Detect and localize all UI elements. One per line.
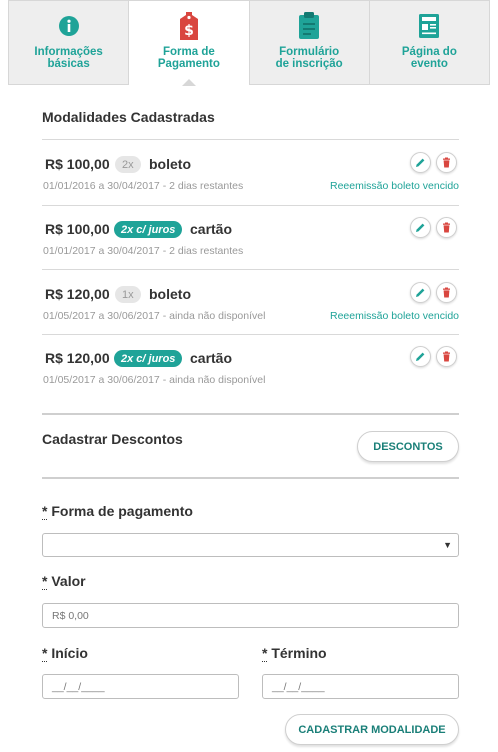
- payment-method-label: * Forma de pagamento: [42, 503, 193, 520]
- start-date-input[interactable]: __/__/____: [42, 674, 239, 699]
- delete-button[interactable]: [436, 282, 457, 303]
- delete-button[interactable]: [436, 152, 457, 173]
- end-date-input[interactable]: __/__/____: [262, 674, 459, 699]
- payment-method: boleto: [149, 286, 191, 302]
- tab-label: Informações básicas: [34, 46, 103, 70]
- price: R$ 100,00: [45, 156, 110, 172]
- price: R$ 120,00: [45, 286, 110, 302]
- list-item: R$ 120,00 2x c/ juros cartão 01/05/2017 …: [42, 334, 459, 399]
- date-range: 01/05/2017 a 30/06/2017 - ainda não disp…: [43, 310, 266, 322]
- trash-icon: [443, 222, 450, 233]
- section-divider: [42, 477, 459, 479]
- tab-label: Forma de Pagamento: [157, 46, 220, 70]
- pencil-icon: [416, 288, 425, 297]
- end-date-label: * Término: [262, 645, 327, 662]
- tab-forma-de-pagamento[interactable]: $ Forma de Pagamento: [129, 0, 250, 86]
- tab-label: Página do evento: [401, 46, 457, 70]
- edit-button[interactable]: [410, 282, 431, 303]
- list-item: R$ 100,00 2x c/ juros cartão 01/01/2017 …: [42, 205, 459, 270]
- trash-icon: [443, 351, 450, 362]
- date-range: 01/01/2017 a 30/04/2017 - 2 dias restant…: [43, 245, 244, 257]
- payment-method: boleto: [149, 156, 191, 172]
- tab-informacoes-basicas[interactable]: Informações básicas: [8, 0, 130, 85]
- payment-method: cartão: [190, 221, 233, 237]
- cadastrar-modalidade-button[interactable]: CADASTRAR MODALIDADE: [285, 714, 459, 745]
- pencil-icon: [416, 158, 425, 167]
- pencil-icon: [416, 223, 425, 232]
- value-input[interactable]: R$ 0,00: [42, 603, 459, 628]
- trash-icon: [443, 157, 450, 168]
- reissue-link[interactable]: Reeemissão boleto vencido: [330, 180, 459, 192]
- delete-button[interactable]: [436, 217, 457, 238]
- installments-badge: 2x: [115, 156, 141, 173]
- reissue-link[interactable]: Reeemissão boleto vencido: [330, 310, 459, 322]
- value-label: * Valor: [42, 573, 86, 590]
- installments-badge: 2x c/ juros: [114, 221, 183, 238]
- start-date-label: * Início: [42, 645, 88, 662]
- descontos-title: Cadastrar Descontos: [42, 431, 183, 447]
- tab-bar: Informações básicas $ Forma de Pagamento F…: [8, 0, 490, 86]
- edit-button[interactable]: [410, 346, 431, 367]
- price: R$ 100,00: [45, 221, 110, 237]
- tab-label: Formulário de inscrição: [275, 46, 343, 70]
- list-item: R$ 100,00 2x boleto 01/01/2016 a 30/04/2…: [42, 140, 459, 205]
- svg-text:$: $: [184, 23, 194, 39]
- date-range: 01/05/2017 a 30/06/2017 - ainda não disp…: [43, 374, 266, 386]
- date-range: 01/01/2016 a 30/04/2017 - 2 dias restant…: [43, 180, 244, 192]
- section-divider: [42, 413, 459, 415]
- clipboard-icon: [295, 12, 323, 40]
- payment-method: cartão: [190, 350, 233, 366]
- edit-button[interactable]: [410, 152, 431, 173]
- newspaper-icon: [415, 12, 443, 40]
- info-icon: [55, 12, 83, 40]
- list-item: R$ 120,00 1x boleto 01/05/2017 a 30/06/2…: [42, 270, 459, 335]
- descontos-button[interactable]: DESCONTOS: [357, 431, 459, 462]
- tab-pagina-do-evento[interactable]: Página do evento: [369, 0, 490, 85]
- delete-button[interactable]: [436, 346, 457, 367]
- edit-button[interactable]: [410, 217, 431, 238]
- trash-icon: [443, 287, 450, 298]
- installments-badge: 2x c/ juros: [114, 350, 183, 367]
- tab-formulario-de-inscricao[interactable]: Formulário de inscrição: [249, 0, 370, 85]
- pencil-icon: [416, 352, 425, 361]
- payment-method-select[interactable]: ▼: [42, 533, 459, 557]
- price: R$ 120,00: [45, 350, 110, 366]
- installments-badge: 1x: [115, 286, 141, 303]
- modalidades-title: Modalidades Cadastradas: [42, 109, 215, 125]
- price-tag-icon: $: [175, 12, 203, 40]
- caret-down-icon: ▼: [443, 540, 452, 550]
